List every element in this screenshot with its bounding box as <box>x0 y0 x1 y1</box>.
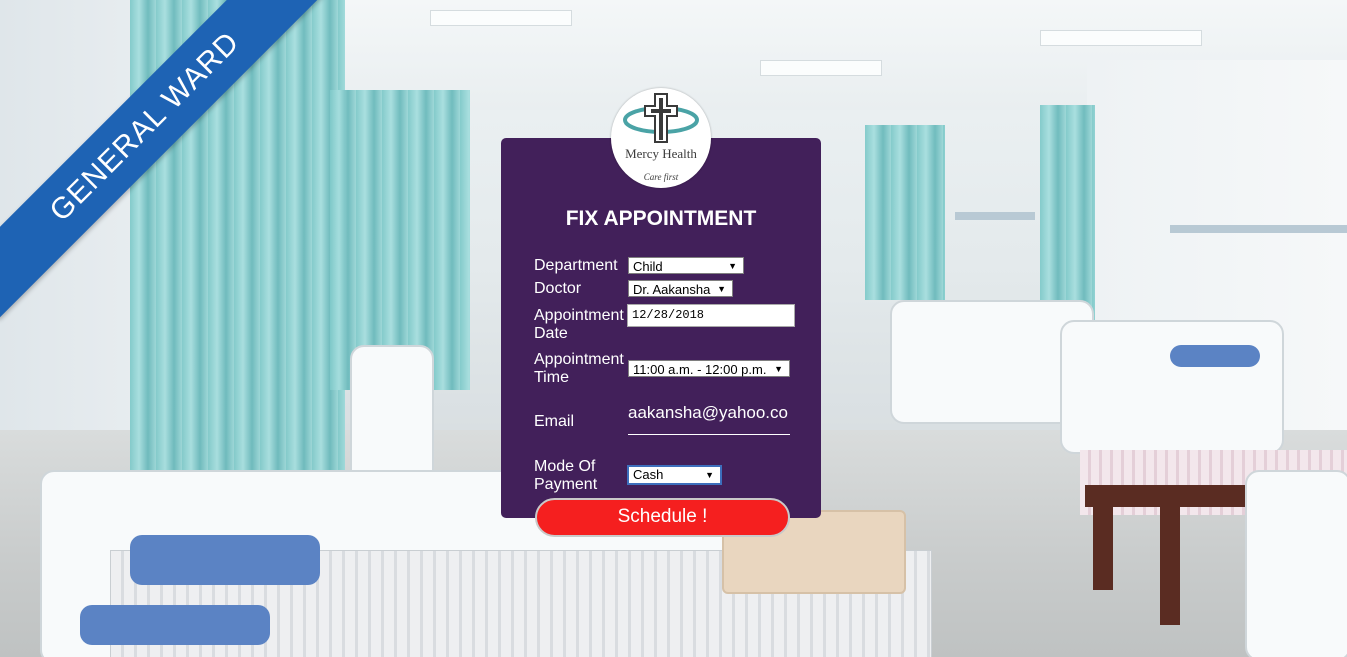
date-label-line1: Appointment <box>534 307 624 324</box>
email-label: Email <box>534 413 575 430</box>
appointment-date-label: Appointment Date <box>534 307 624 343</box>
bed-pillow <box>130 535 320 585</box>
ceiling-light <box>430 10 572 26</box>
email-input[interactable]: aakansha@yahoo.co <box>628 401 790 435</box>
payment-label-line2: Payment <box>534 476 598 493</box>
department-select[interactable]: Child ▼ <box>628 257 744 274</box>
schedule-button[interactable]: Schedule ! <box>535 498 790 537</box>
dropdown-arrow-icon: ▼ <box>705 470 714 480</box>
form-title: FIX APPOINTMENT <box>565 207 757 230</box>
doctor-label: Doctor <box>534 280 582 297</box>
department-value: Child <box>633 259 663 274</box>
exam-table-leg <box>1160 505 1180 625</box>
mercy-health-logo: Mercy Health Care first <box>611 88 711 188</box>
time-label-line1: Appointment <box>534 351 624 368</box>
date-label-line2: Date <box>534 325 568 342</box>
logo-tagline: Care first <box>643 172 679 182</box>
wall-rail <box>955 212 1035 220</box>
privacy-curtain <box>865 125 945 300</box>
dropdown-arrow-icon: ▼ <box>717 284 726 294</box>
ceiling-light <box>760 60 882 76</box>
payment-mode-select[interactable]: Cash ▼ <box>627 465 722 485</box>
ceiling-light <box>1040 30 1202 46</box>
wall-rail <box>1170 225 1347 233</box>
exam-table-leg <box>1093 505 1113 590</box>
dropdown-arrow-icon: ▼ <box>774 364 783 374</box>
cross-logo-icon <box>623 93 699 143</box>
payment-value: Cash <box>633 467 664 482</box>
appointment-date-input[interactable]: 12/28/2018 <box>627 304 795 327</box>
department-label: Department <box>534 257 618 274</box>
bed-pillow <box>80 605 270 645</box>
time-value: 11:00 a.m. - 12:00 p.m. <box>633 362 767 377</box>
dropdown-arrow-icon: ▼ <box>728 261 737 271</box>
logo-name: Mercy Health <box>625 146 697 161</box>
time-label-line2: Time <box>534 369 569 386</box>
hospital-ward-background: GENERAL WARD Mercy Health Care first FIX… <box>0 0 1347 657</box>
doctor-value: Dr. Aakansha <box>633 282 711 297</box>
bed-pillow <box>1170 345 1260 367</box>
hospital-bed <box>1245 470 1347 657</box>
hospital-bed <box>1060 320 1284 454</box>
payment-label-line1: Mode Of <box>534 458 596 475</box>
doctor-select[interactable]: Dr. Aakansha ▼ <box>628 280 733 297</box>
appointment-time-select[interactable]: 11:00 a.m. - 12:00 p.m. ▼ <box>628 360 790 377</box>
payment-mode-label: Mode Of Payment <box>534 458 597 494</box>
appointment-time-label: Appointment Time <box>534 351 624 387</box>
